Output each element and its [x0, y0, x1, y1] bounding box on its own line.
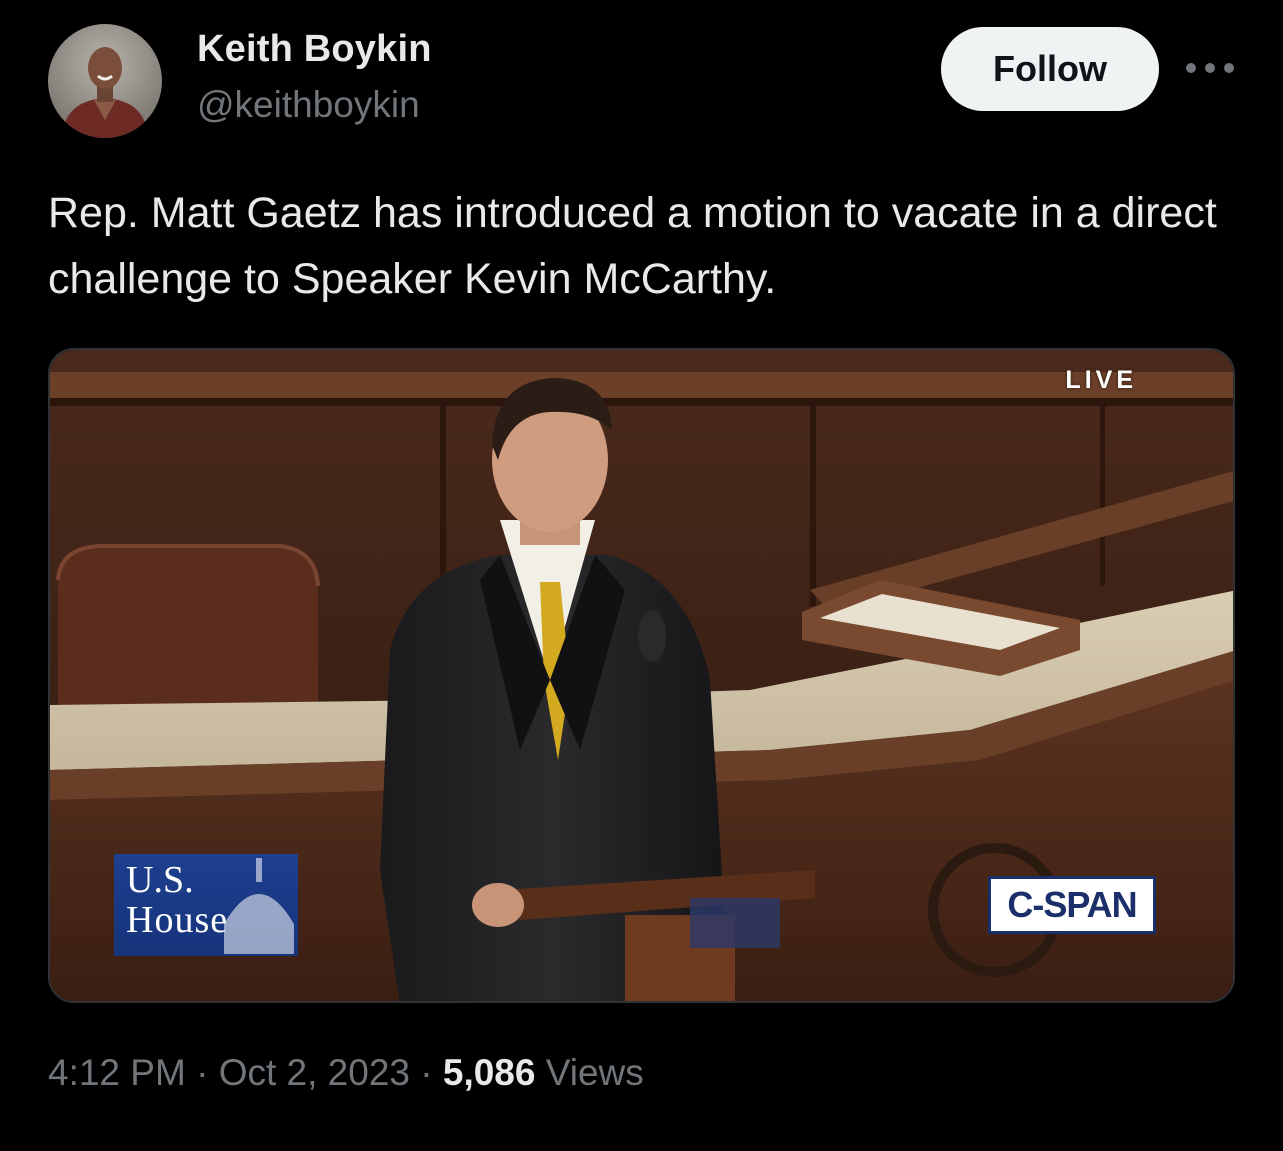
views-label: Views: [545, 1052, 644, 1093]
author-avatar[interactable]: [48, 24, 162, 138]
tweet-time[interactable]: 4:12 PM: [48, 1052, 186, 1093]
tweet-meta: 4:12 PM · Oct 2, 2023 · 5,086 Views: [48, 1052, 644, 1094]
cspan-logo: C-SPAN: [988, 876, 1156, 934]
us-house-logo: U.S. House: [114, 854, 298, 956]
more-horizontal-icon: [1186, 63, 1234, 73]
author-handle[interactable]: @keithboykin: [197, 84, 420, 126]
follow-button[interactable]: Follow: [941, 27, 1159, 111]
tweet-text: Rep. Matt Gaetz has introduced a motion …: [48, 189, 1217, 303]
live-badge: LIVE: [1065, 366, 1137, 394]
author-display-name[interactable]: Keith Boykin: [197, 28, 432, 71]
meta-separator: ·: [185, 1052, 219, 1093]
us-house-logo-line1: U.S.: [126, 859, 194, 901]
views-count[interactable]: 5,086: [443, 1052, 536, 1093]
us-house-logo-line2: House: [126, 899, 229, 941]
tweet-date[interactable]: Oct 2, 2023: [219, 1052, 410, 1093]
more-options-button[interactable]: [1184, 50, 1236, 86]
tweet-card: Keith Boykin @keithboykin Follow Rep. Ma…: [0, 0, 1283, 1151]
meta-separator: ·: [409, 1052, 443, 1093]
tweet-media-video[interactable]: LIVE U.S. House C-SPAN: [48, 348, 1235, 1003]
